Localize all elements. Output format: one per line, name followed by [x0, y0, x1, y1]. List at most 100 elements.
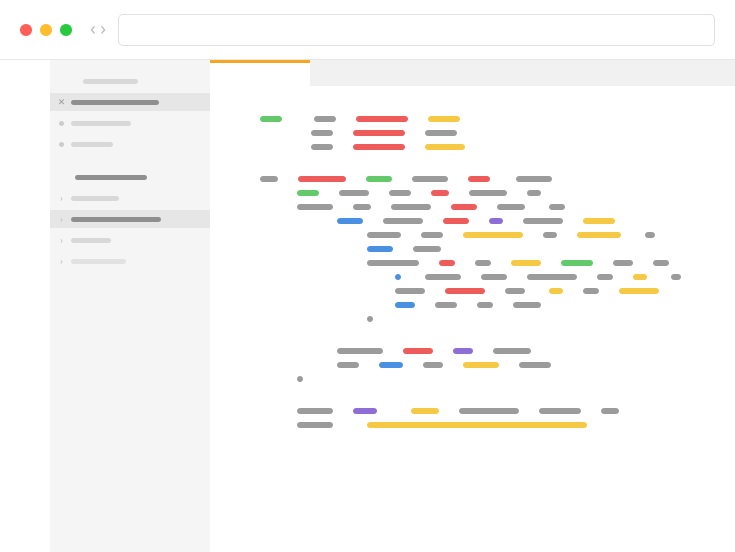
code-token — [469, 190, 507, 196]
nav-arrows: ‹ › — [90, 19, 106, 40]
code-token — [337, 218, 363, 224]
blank-icon — [58, 174, 65, 181]
code-token — [539, 408, 581, 414]
sidebar-item[interactable] — [50, 72, 210, 90]
code-line — [260, 144, 735, 150]
chevron-right-icon: › — [58, 195, 65, 202]
code-token — [583, 288, 599, 294]
close-icon: ✕ — [58, 99, 65, 106]
code-line — [260, 158, 735, 168]
code-token — [425, 274, 461, 280]
code-token — [443, 218, 469, 224]
maximize-icon[interactable] — [60, 24, 72, 36]
code-token — [411, 408, 439, 414]
code-token — [297, 408, 333, 414]
code-token — [367, 232, 401, 238]
code-token — [516, 176, 552, 182]
address-bar[interactable] — [118, 14, 715, 46]
code-token — [356, 116, 408, 122]
code-token — [583, 218, 615, 224]
code-line — [260, 348, 735, 354]
code-token — [353, 130, 405, 136]
code-token — [468, 176, 490, 182]
sidebar-item[interactable] — [50, 114, 210, 132]
back-button[interactable]: ‹ — [90, 19, 96, 40]
sidebar-item-label — [83, 79, 138, 84]
code-token — [671, 274, 681, 280]
sidebar-item[interactable]: › — [50, 231, 210, 249]
code-line — [260, 260, 735, 266]
code-line — [260, 190, 735, 196]
sidebar-item-label — [71, 142, 113, 147]
sidebar-item[interactable]: ✕ — [50, 93, 210, 111]
sidebar-item-label — [71, 196, 119, 201]
sidebar-item[interactable]: › — [50, 210, 210, 228]
code-token — [391, 204, 431, 210]
code-token — [367, 316, 373, 322]
sidebar-item[interactable]: › — [50, 252, 210, 270]
tab-active[interactable] — [210, 60, 310, 86]
code-token — [395, 274, 401, 280]
code-token — [453, 348, 473, 354]
minimize-icon[interactable] — [40, 24, 52, 36]
code-token — [513, 302, 541, 308]
code-token — [367, 422, 587, 428]
forward-button[interactable]: › — [100, 19, 106, 40]
code-line — [260, 376, 735, 382]
code-line — [260, 288, 735, 294]
sidebar-item-label — [71, 238, 111, 243]
close-icon[interactable] — [20, 24, 32, 36]
code-line — [260, 130, 735, 136]
code-token — [633, 274, 647, 280]
code-line — [260, 330, 735, 340]
code-token — [425, 144, 465, 150]
code-token — [297, 190, 319, 196]
code-token — [619, 288, 659, 294]
code-line — [260, 390, 735, 400]
window-controls — [20, 24, 72, 36]
code-token — [297, 422, 333, 428]
gutter — [0, 60, 50, 552]
code-token — [297, 204, 333, 210]
code-token — [383, 218, 423, 224]
code-token — [451, 204, 477, 210]
code-token — [463, 362, 499, 368]
code-token — [412, 176, 448, 182]
sidebar-item[interactable] — [50, 168, 210, 186]
chevron-right-icon: › — [58, 216, 65, 223]
code-token — [543, 232, 557, 238]
code-token — [459, 408, 519, 414]
code-token — [366, 176, 392, 182]
code-token — [311, 130, 333, 136]
code-token — [505, 288, 525, 294]
tab-inactive[interactable] — [310, 60, 735, 86]
main: ✕ › › › › — [0, 60, 735, 552]
content — [210, 60, 735, 552]
code-token — [428, 116, 460, 122]
sidebar-item-label — [71, 121, 131, 126]
code-token — [353, 408, 377, 414]
tabbar — [210, 60, 735, 86]
code-token — [577, 232, 621, 238]
code-token — [423, 362, 443, 368]
code-token — [339, 190, 369, 196]
code-token — [353, 144, 405, 150]
code-token — [463, 232, 523, 238]
sidebar-item[interactable] — [50, 135, 210, 153]
code-line — [260, 204, 735, 210]
code-token — [613, 260, 633, 266]
sidebar-item[interactable]: › — [50, 189, 210, 207]
code-token — [645, 232, 655, 238]
code-token — [260, 116, 282, 122]
code-token — [653, 260, 669, 266]
sidebar-item-label — [75, 175, 147, 180]
editor — [210, 86, 735, 456]
code-token — [489, 218, 503, 224]
code-token — [425, 130, 457, 136]
code-token — [435, 302, 457, 308]
sidebar: ✕ › › › › — [50, 60, 210, 552]
code-token — [337, 348, 383, 354]
code-line — [260, 316, 735, 322]
bullet-icon — [58, 141, 65, 148]
code-token — [353, 204, 371, 210]
